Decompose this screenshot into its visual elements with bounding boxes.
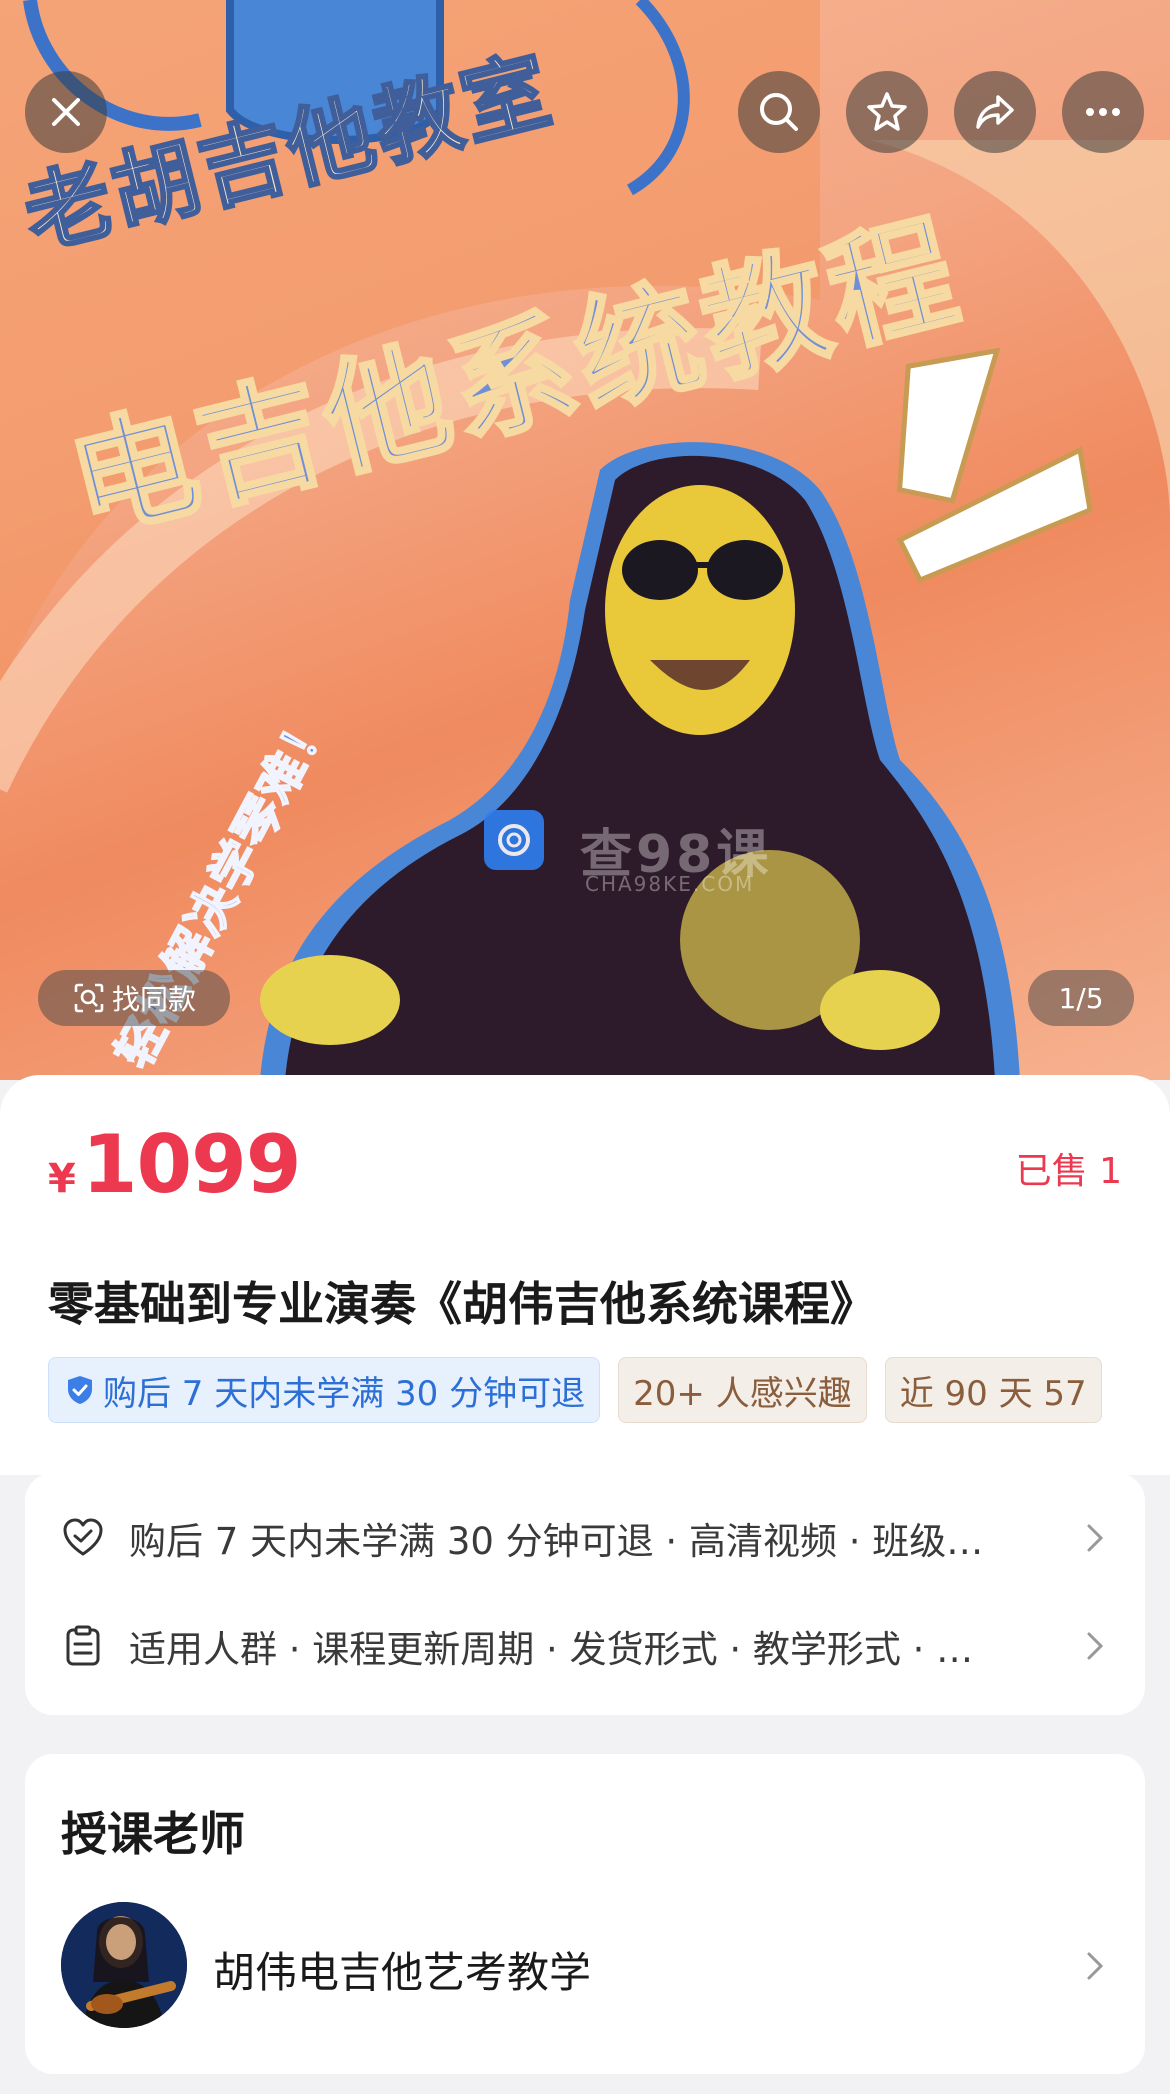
price-currency: ¥ xyxy=(48,1156,76,1202)
tag-refund-label: 购后 7 天内未学满 30 分钟可退 xyxy=(103,1373,586,1414)
chevron-right-icon xyxy=(1087,1524,1104,1552)
clipboard-icon xyxy=(66,1625,100,1666)
tag-recent-sales[interactable]: 近 90 天 57 xyxy=(884,1357,1102,1423)
service-row-guarantee-text: 购后 7 天内未学满 30 分钟可退 · 高清视频 · 班级… xyxy=(129,1520,984,1563)
star-icon xyxy=(867,92,907,131)
share-button[interactable] xyxy=(954,71,1036,153)
search-icon xyxy=(760,93,798,131)
close-button[interactable] xyxy=(25,71,107,153)
sold-count: 已售 1 xyxy=(1015,1151,1122,1192)
teacher-panel: 授课老师 胡伟电吉他艺考教学 xyxy=(25,1754,1145,2074)
share-icon xyxy=(976,95,1014,129)
scan-search-icon xyxy=(74,983,104,1013)
avatar-image xyxy=(61,1902,187,2028)
teacher-section-title: 授课老师 xyxy=(61,1807,245,1861)
chevron-right-icon[interactable] xyxy=(1081,1946,1109,1986)
tag-recent-sales-label: 近 90 天 57 xyxy=(899,1373,1087,1414)
find-similar-label: 找同款 xyxy=(111,983,196,1016)
heart-check-icon xyxy=(63,1518,103,1556)
tag-list[interactable]: 购后 7 天内未学满 30 分钟可退 20+ 人感兴趣 近 90 天 57 xyxy=(48,1357,1121,1423)
teacher-avatar[interactable] xyxy=(61,1902,187,2028)
close-icon xyxy=(52,98,80,126)
tag-interested[interactable]: 20+ 人感兴趣 xyxy=(618,1357,867,1423)
service-row-params-text: 适用人群 · 课程更新周期 · 发货形式 · 教学形式 · … xyxy=(129,1628,974,1671)
tag-refund[interactable]: 购后 7 天内未学满 30 分钟可退 xyxy=(48,1357,601,1423)
watermark-logo-icon xyxy=(484,810,544,870)
product-hero-image[interactable]: 老胡吉他教室 电吉他系统教程 轻松解决学琴难！ 查98课 CHA98KE.COM… xyxy=(0,0,1170,1080)
service-row-params[interactable]: 适用人群 · 课程更新周期 · 发货形式 · 教学形式 · … xyxy=(61,1611,1109,1681)
page-indicator-text: 1/5 xyxy=(1058,981,1104,1015)
service-row-guarantee[interactable]: 购后 7 天内未学满 30 分钟可退 · 高清视频 · 班级… xyxy=(61,1503,1109,1573)
product-title: 零基础到专业演奏《胡伟吉他系统课程》 xyxy=(48,1277,876,1331)
shield-check-icon xyxy=(68,1376,92,1404)
watermark-subtext: CHA98KE.COM xyxy=(585,872,755,896)
chevron-right-icon xyxy=(1087,1632,1104,1660)
tag-interested-label: 20+ 人感兴趣 xyxy=(633,1373,852,1414)
teacher-name[interactable]: 胡伟电吉他艺考教学 xyxy=(213,1939,591,2000)
more-button[interactable] xyxy=(1062,71,1144,153)
page-indicator: 1/5 xyxy=(1028,970,1134,1026)
more-icon xyxy=(1086,108,1120,116)
price: ¥ 1099 xyxy=(48,1118,301,1211)
price-amount: 1099 xyxy=(81,1118,302,1211)
favorite-button[interactable] xyxy=(846,71,928,153)
service-panel: 购后 7 天内未学满 30 分钟可退 · 高清视频 · 班级… 适用人群 · 课… xyxy=(25,1473,1145,1715)
find-similar-button[interactable]: 找同款 xyxy=(38,970,230,1026)
search-button[interactable] xyxy=(738,71,820,153)
